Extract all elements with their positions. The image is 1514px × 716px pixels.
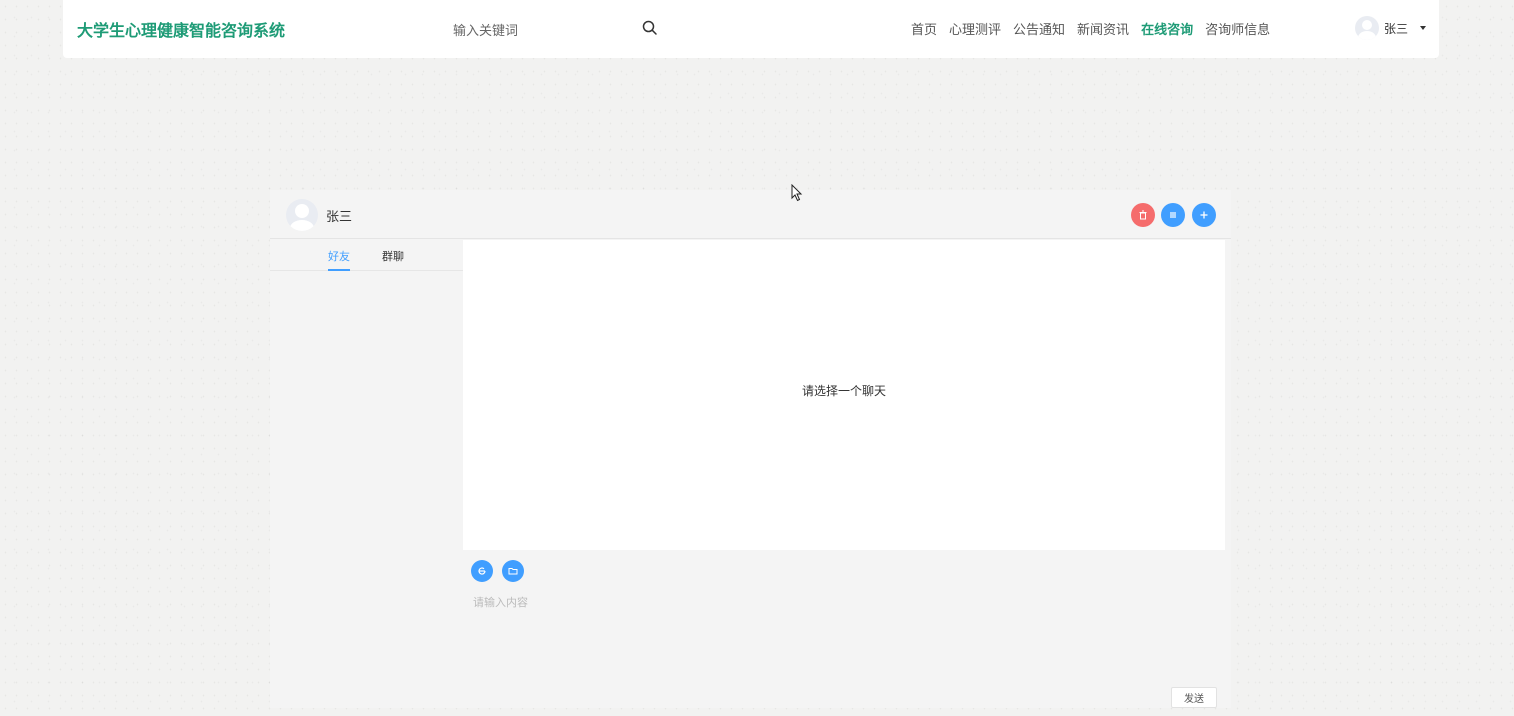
emoji-icon <box>478 567 486 575</box>
contact-tabs: 好友 群聊 <box>270 240 463 271</box>
user-menu[interactable]: 张三 <box>1355 16 1427 40</box>
list-icon <box>1170 212 1176 218</box>
nav-assessment[interactable]: 心理测评 <box>949 19 1001 38</box>
tab-groups[interactable]: 群聊 <box>382 248 404 264</box>
avatar[interactable] <box>286 199 318 231</box>
nav-online-consult[interactable]: 在线咨询 <box>1141 19 1193 38</box>
nav-news[interactable]: 新闻资讯 <box>1077 19 1129 38</box>
search-icon[interactable] <box>641 19 659 37</box>
list-button[interactable] <box>1161 203 1185 227</box>
mouse-cursor-icon <box>791 184 803 202</box>
user-name: 张三 <box>1384 21 1409 36</box>
nav-counselor-info[interactable]: 咨询师信息 <box>1205 19 1270 38</box>
avatar <box>1355 16 1379 40</box>
main-nav: 首页 心理测评 公告通知 新闻资讯 在线咨询 咨询师信息 <box>911 19 1270 38</box>
site-title[interactable]: 大学生心理健康智能咨询系统 <box>77 17 285 41</box>
chat-user-name: 张三 <box>326 210 353 225</box>
delete-button[interactable] <box>1131 203 1155 227</box>
empty-chat-message: 请选择一个聊天 <box>801 383 886 398</box>
caret-down-icon <box>1420 26 1427 30</box>
send-button[interactable]: 发送 <box>1171 687 1217 708</box>
chat-panel: 张三 好友 群聊 请选择一个聊天 请输入内容 发送 <box>270 190 1231 708</box>
chat-header: 张三 <box>270 190 1231 239</box>
message-area: 请选择一个聊天 <box>463 240 1225 550</box>
add-button[interactable] <box>1192 203 1216 227</box>
search-input[interactable]: 输入关键词 <box>453 20 518 39</box>
tab-friends[interactable]: 好友 <box>328 248 350 264</box>
nav-home[interactable]: 首页 <box>911 19 937 38</box>
delete-icon <box>1139 210 1147 220</box>
contact-sidebar: 好友 群聊 <box>270 240 463 708</box>
emoji-button[interactable] <box>471 560 493 582</box>
nav-announcements[interactable]: 公告通知 <box>1013 19 1065 38</box>
top-navbar: 大学生心理健康智能咨询系统 输入关键词 首页 心理测评 公告通知 新闻资讯 在线… <box>63 0 1439 58</box>
file-button[interactable] <box>502 560 524 582</box>
message-input[interactable] <box>473 594 1213 674</box>
folder-icon <box>508 568 518 575</box>
plus-icon <box>1200 211 1208 219</box>
active-tab-indicator <box>328 269 350 271</box>
